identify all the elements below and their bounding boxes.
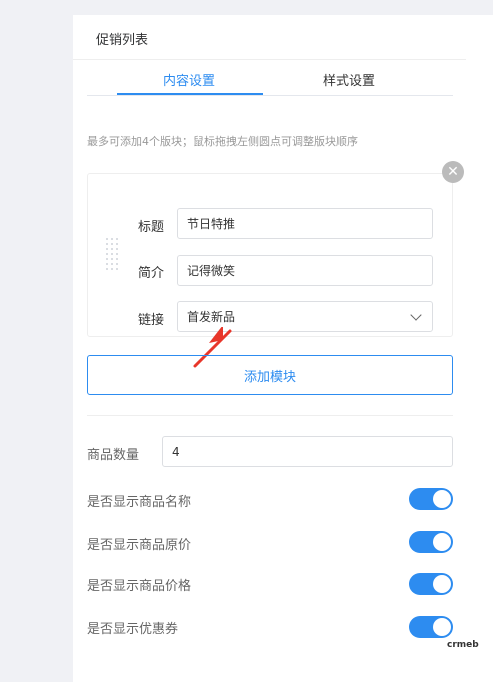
add-module-button[interactable]: 添加模块 (87, 355, 453, 395)
close-icon: ✕ (447, 164, 459, 180)
toggle-show-price[interactable] (409, 573, 453, 595)
drag-handle-icon[interactable] (106, 238, 120, 270)
link-label: 链接 (138, 313, 165, 328)
section-divider (87, 415, 453, 416)
toggle-show-coupon[interactable] (409, 616, 453, 638)
left-sidebar-area (0, 0, 73, 682)
toggle-show-name[interactable] (409, 488, 453, 510)
tab-content-settings[interactable]: 内容设置 (163, 70, 215, 89)
promo-block: 标题 节日特推 简介 记得微笑 链接 首发新品 (87, 173, 453, 337)
add-module-label: 添加模块 (243, 369, 296, 385)
link-select-value: 首发新品 (187, 310, 236, 324)
title-input[interactable]: 节日特推 (177, 208, 433, 239)
intro-input-value: 记得微笑 (187, 264, 236, 278)
remove-block-button[interactable]: ✕ (442, 161, 464, 183)
tab-bar: 内容设置 样式设置 (87, 60, 453, 96)
intro-input[interactable]: 记得微笑 (177, 255, 433, 286)
quantity-label: 商品数量 (87, 448, 140, 463)
toggle-label-price: 是否显示商品价格 (87, 579, 192, 594)
title-label: 标题 (138, 220, 165, 235)
watermark-logo: crmeb (447, 640, 479, 650)
quantity-value: 4 (172, 444, 180, 459)
title-input-value: 节日特推 (187, 217, 236, 231)
panel-header: 促销列表 (73, 15, 466, 60)
quantity-input[interactable]: 4 (162, 436, 453, 467)
block-limit-hint: 最多可添加4个版块；鼠标拖拽左侧圆点可调整版块顺序 (87, 135, 358, 148)
toggle-show-original-price[interactable] (409, 531, 453, 553)
settings-panel: 促销列表 内容设置 样式设置 最多可添加4个版块；鼠标拖拽左侧圆点可调整版块顺序… (73, 15, 493, 682)
panel-title: 促销列表 (96, 33, 149, 48)
toggle-label-coupon: 是否显示优惠券 (87, 622, 179, 637)
chevron-down-icon (410, 309, 422, 321)
toggle-label-name: 是否显示商品名称 (87, 495, 192, 510)
intro-label: 简介 (138, 266, 165, 281)
toggle-label-original-price: 是否显示商品原价 (87, 538, 192, 553)
active-tab-indicator (117, 93, 263, 95)
tab-style-settings[interactable]: 样式设置 (323, 70, 375, 89)
